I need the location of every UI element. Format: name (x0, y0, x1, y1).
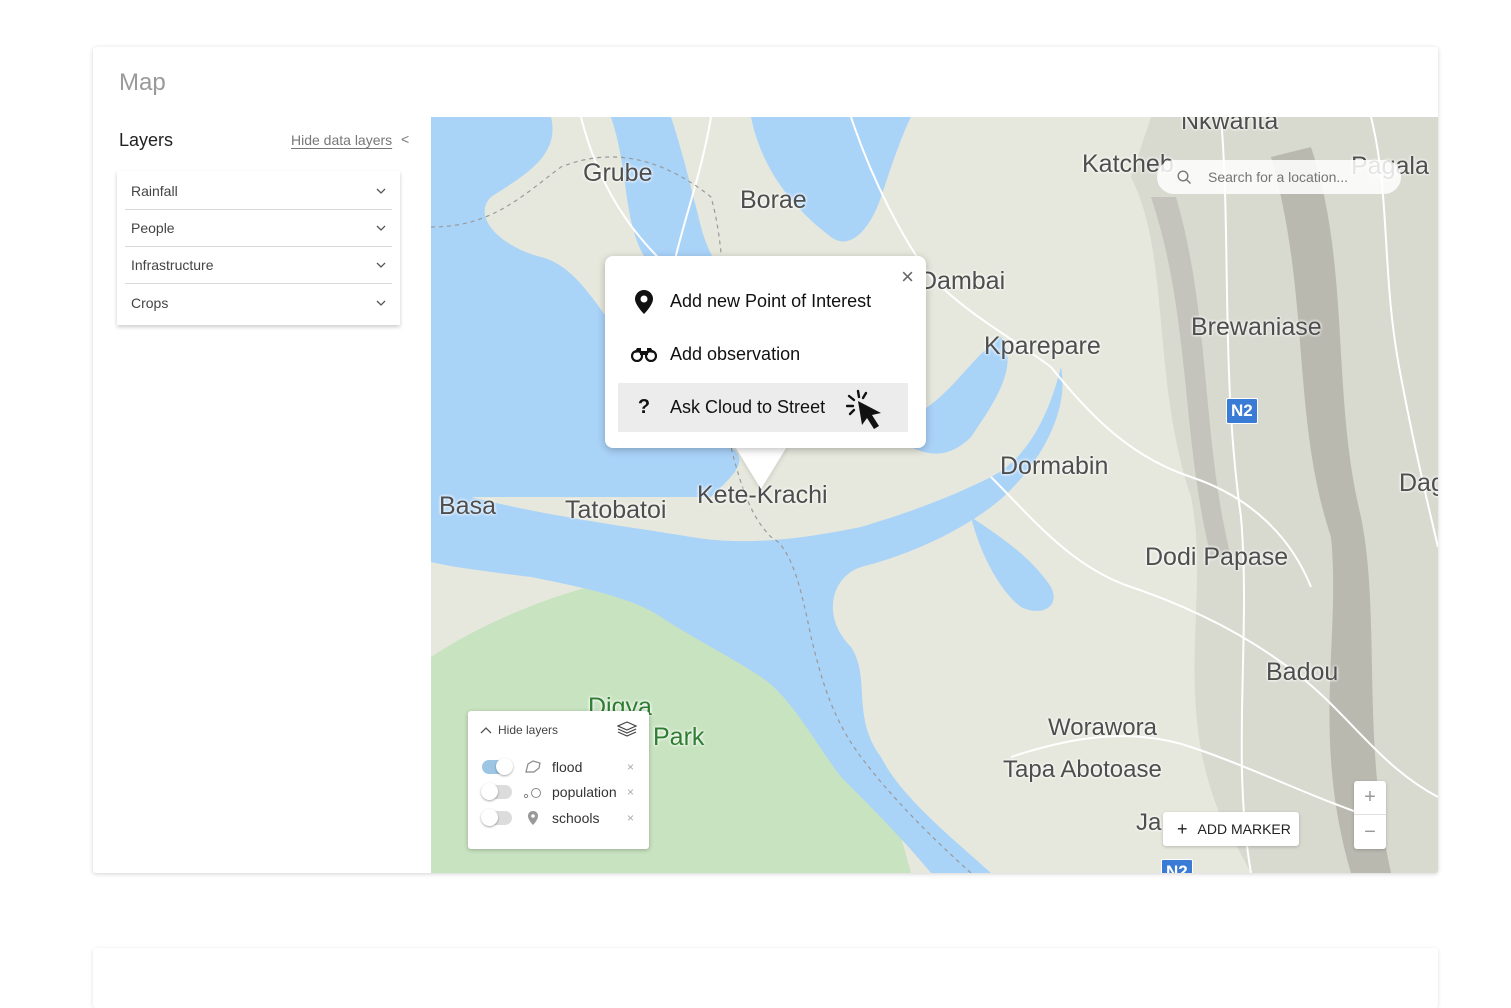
chevron-down-icon (376, 188, 386, 194)
menu-item-label: Ask Cloud to Street (670, 397, 826, 417)
population-layer-toggle[interactable] (481, 783, 512, 800)
popup-pointer (734, 445, 788, 489)
search-icon (1177, 169, 1191, 184)
menu-item-label: Add observation (670, 344, 801, 364)
place-label: Kparepare (984, 332, 1101, 360)
click-cursor-icon (846, 389, 881, 429)
layer-row-population: population × (481, 782, 634, 802)
map-card: Map Layers Hide data layers < Rainfall P… (93, 47, 1438, 873)
place-label: Dodi Papase (1145, 543, 1289, 571)
add-poi-menu-item[interactable]: Add new Point of Interest (618, 277, 908, 326)
hide-layers-toggle[interactable]: Hide layers (480, 723, 558, 737)
place-label: Nkwanta (1181, 117, 1279, 135)
layer-item-rainfall[interactable]: Rainfall (125, 173, 392, 210)
place-label: Basa (439, 492, 496, 520)
layer-row-label: flood (552, 759, 583, 775)
zoom-out-button[interactable]: − (1354, 815, 1386, 849)
layer-item-label: Rainfall (131, 183, 178, 199)
layer-item-infrastructure[interactable]: Infrastructure (125, 247, 392, 284)
road-shield-n2: N2 (1226, 398, 1258, 424)
road-shield-n2: N2 (1161, 859, 1193, 873)
map-view[interactable]: Nkwanta Grube Borae Katcheb Pagala Damba… (431, 117, 1438, 873)
place-label: Park (653, 723, 705, 751)
page-title: Map (119, 69, 166, 96)
map-pin-icon (635, 289, 653, 314)
layer-item-label: People (131, 220, 175, 236)
layer-row-label: schools (552, 810, 600, 826)
place-label: Grube (583, 159, 653, 187)
menu-item-label: Add new Point of Interest (670, 291, 872, 311)
place-label: Ja (1136, 809, 1162, 836)
plus-icon: + (1177, 818, 1188, 839)
layer-item-label: Crops (131, 294, 169, 311)
layers-title: Layers (119, 130, 174, 150)
place-label: Dag (1399, 469, 1438, 497)
place-label: Tapa Abotoase (1003, 756, 1162, 783)
add-marker-button[interactable]: + ADD MARKER (1163, 812, 1299, 846)
schools-layer-toggle[interactable] (481, 809, 512, 826)
layer-item-people[interactable]: People (125, 210, 392, 247)
layer-row-schools: schools × (481, 808, 634, 828)
layer-item-label: Infrastructure (131, 257, 214, 273)
remove-layer-icon[interactable]: × (627, 785, 634, 799)
chevron-down-icon (376, 300, 386, 306)
map-layer-panel: Hide layers flood × population × schools… (468, 711, 649, 849)
layers-stack-icon[interactable] (617, 721, 637, 737)
flood-area-icon (525, 760, 541, 773)
location-search[interactable] (1157, 160, 1401, 194)
layer-item-crops[interactable]: Crops (125, 284, 392, 321)
population-circles-icon (523, 788, 541, 799)
zoom-control: + − (1354, 781, 1386, 849)
hide-layers-label: Hide layers (498, 723, 559, 737)
layer-row-label: population (552, 784, 617, 800)
remove-layer-icon[interactable]: × (627, 811, 634, 825)
map-pin-icon (528, 811, 538, 825)
flood-layer-toggle[interactable] (482, 758, 513, 775)
add-observation-menu-item[interactable]: Add observation (618, 330, 908, 379)
search-input[interactable] (1208, 169, 1378, 185)
ask-cloud-to-street-menu-item[interactable]: ? Ask Cloud to Street (618, 383, 908, 432)
zoom-in-button[interactable]: + (1354, 781, 1386, 815)
place-label: Tatobatoi (565, 496, 667, 524)
chevron-up-icon (480, 727, 492, 734)
place-label: Worawora (1048, 714, 1157, 741)
layer-category-list: Rainfall People Infrastructure Crops (117, 171, 400, 325)
question-icon: ? (637, 396, 651, 418)
place-label: Dormabin (1000, 452, 1109, 480)
chevron-down-icon (376, 262, 386, 268)
layer-row-flood: flood × (482, 757, 634, 777)
binoculars-icon (631, 347, 657, 362)
chevron-down-icon (376, 225, 386, 231)
remove-layer-icon[interactable]: × (627, 760, 634, 774)
chevron-left-icon[interactable]: < (401, 131, 409, 147)
map-action-popup: × Add new Point of Interest Add observat… (605, 256, 926, 448)
hide-data-layers-link[interactable]: Hide data layers (291, 132, 392, 148)
place-label: Badou (1266, 658, 1339, 686)
add-marker-label: ADD MARKER (1197, 821, 1291, 837)
place-label: Brewaniase (1191, 313, 1322, 341)
next-card (93, 948, 1438, 1008)
place-label: Borae (740, 186, 807, 214)
place-label: Dambai (919, 267, 1006, 295)
